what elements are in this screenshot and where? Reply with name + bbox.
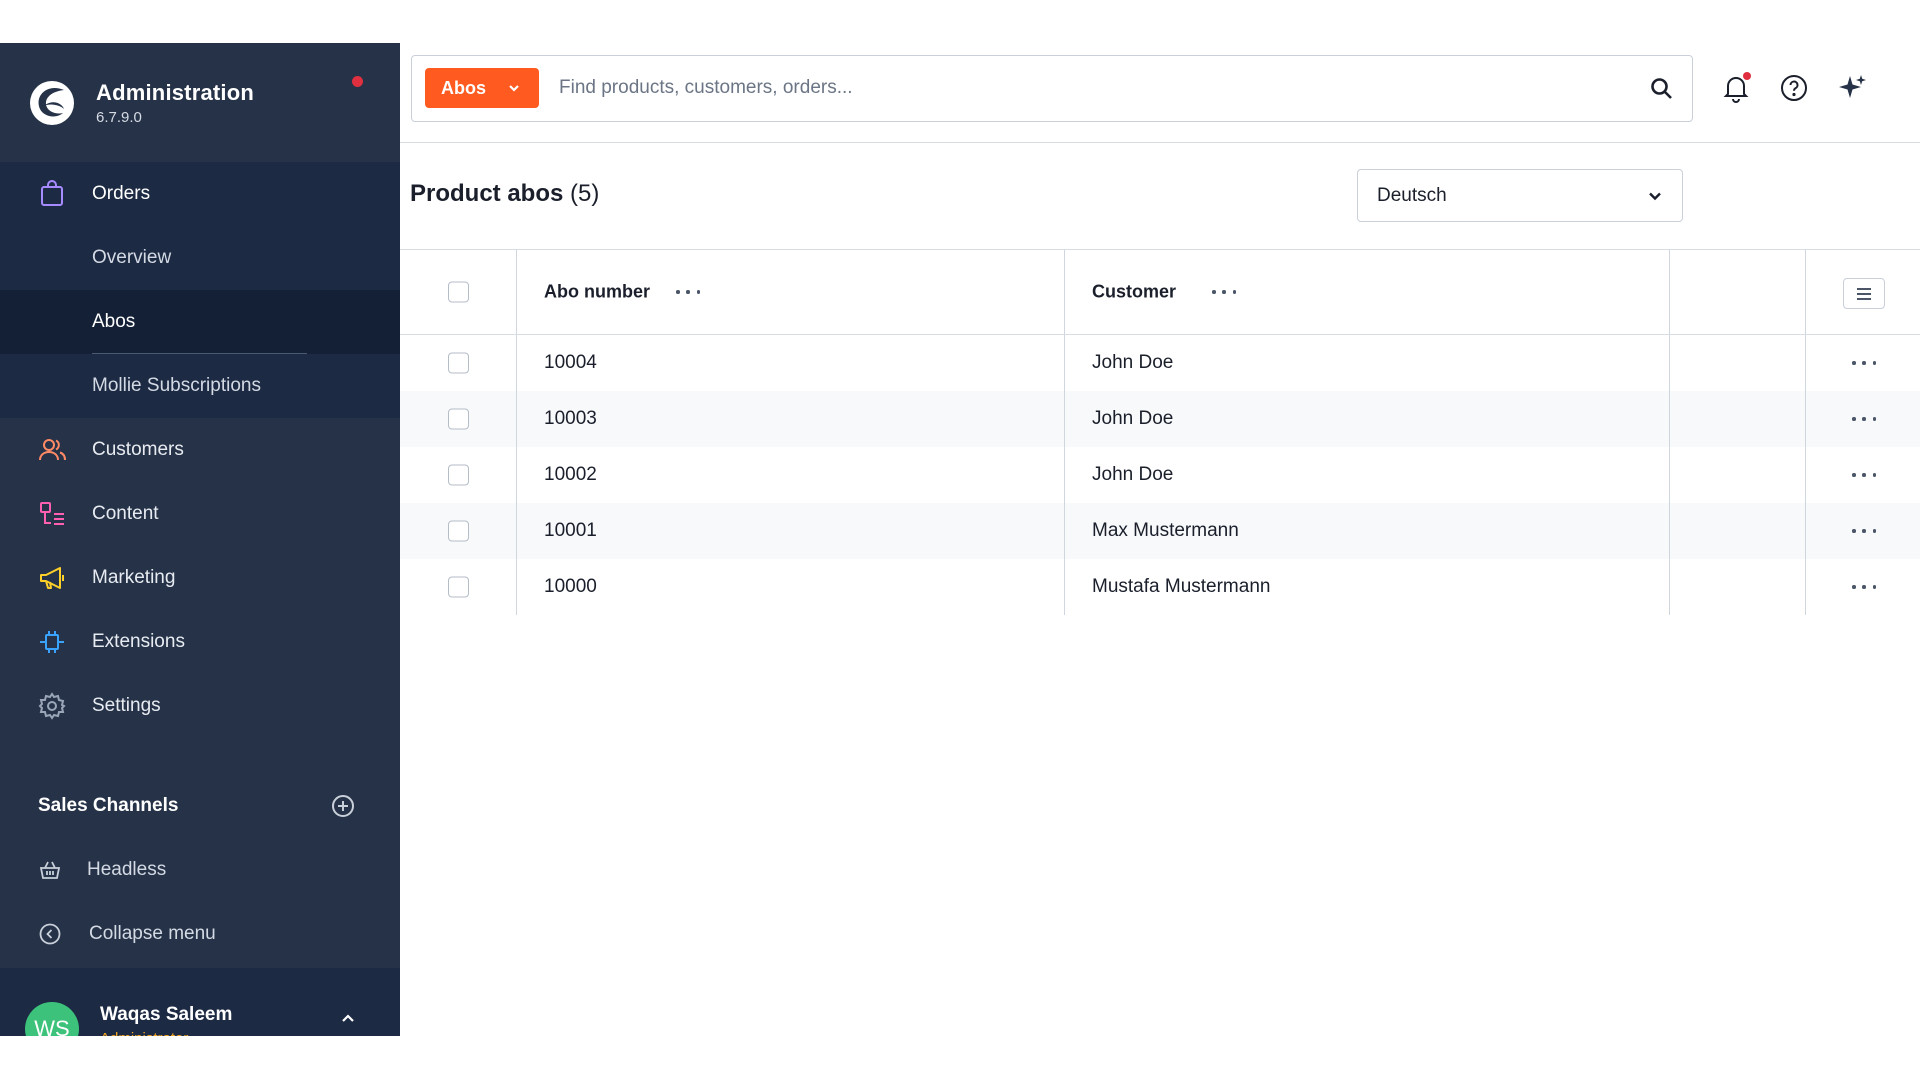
grid-settings-button[interactable] — [1843, 278, 1885, 309]
page-title-count: (5) — [570, 180, 600, 207]
sidebar-item-content[interactable]: Content — [0, 482, 400, 546]
content-icon — [36, 498, 68, 530]
abo-number-cell[interactable]: 10002 — [544, 464, 597, 486]
abo-number-cell[interactable]: 10004 — [544, 352, 597, 374]
customer-cell: Max Mustermann — [1092, 520, 1239, 541]
chevron-down-icon — [1649, 192, 1661, 201]
plug-icon — [36, 626, 68, 658]
customer-cell: Mustafa Mustermann — [1092, 576, 1271, 597]
abos-data-grid: Abo number Customer 10004 John Doe 10003… — [400, 250, 1920, 615]
sales-channels-title: Sales Channels — [38, 795, 179, 816]
row-checkbox[interactable] — [448, 464, 469, 486]
top-bar: Abos — [400, 43, 1920, 143]
help-icon — [1781, 75, 1807, 101]
row-actions-button[interactable] — [1852, 526, 1876, 536]
language-select[interactable]: Deutsch — [1357, 169, 1683, 222]
ai-assistant-button[interactable] — [1836, 71, 1870, 105]
row-checkbox[interactable] — [448, 352, 469, 374]
sidebar-subitem-label: Mollie Subscriptions — [92, 375, 261, 396]
avatar: WS — [25, 1002, 79, 1036]
user-name: Waqas Saleem — [100, 1004, 233, 1025]
shopware-logo-icon — [30, 80, 74, 125]
column-options-customer[interactable] — [1212, 287, 1236, 297]
sidebar-subitem-overview[interactable]: Overview — [0, 226, 400, 290]
chevron-up-icon[interactable] — [338, 1008, 358, 1028]
row-actions-button[interactable] — [1852, 470, 1876, 480]
sidebar-item-extensions[interactable]: Extensions — [0, 610, 400, 674]
page-title-text: Product abos — [410, 180, 564, 207]
sidebar-item-label: Marketing — [92, 567, 176, 588]
table-header-row: Abo number Customer — [400, 250, 1920, 335]
status-dot-icon — [352, 76, 363, 87]
sidebar-item-settings[interactable]: Settings — [0, 674, 400, 738]
sidebar-subitem-abos[interactable]: Abos — [0, 290, 400, 354]
table-row[interactable]: 10001 Max Mustermann — [400, 503, 1920, 559]
sidebar-item-marketing[interactable]: Marketing — [0, 546, 400, 610]
sidebar-item-label: Settings — [92, 695, 161, 716]
table-row[interactable]: 10002 John Doe — [400, 447, 1920, 503]
customer-cell: John Doe — [1092, 464, 1174, 485]
search-icon[interactable] — [1648, 75, 1676, 103]
row-checkbox[interactable] — [448, 576, 469, 598]
customers-icon — [36, 434, 68, 466]
brand-header: Administration 6.7.9.0 — [0, 43, 400, 162]
list-menu-icon — [1857, 287, 1871, 300]
chevron-left-circle-icon — [36, 920, 64, 948]
gear-icon — [36, 690, 68, 722]
customer-cell: John Doe — [1092, 352, 1174, 373]
sidebar-item-orders[interactable]: Orders — [0, 162, 400, 226]
shopping-bag-icon — [36, 178, 68, 210]
app-title: Administration — [96, 79, 255, 105]
user-menu[interactable]: WS Waqas Saleem Administrator — [0, 968, 400, 1036]
global-search: Abos — [411, 55, 1693, 122]
page-title: Product abos (5) — [410, 180, 599, 208]
table-row[interactable]: 10000 Mustafa Mustermann — [400, 559, 1920, 615]
content-header: Product abos (5) Deutsch — [400, 143, 1920, 250]
sidebar-item-label: Customers — [92, 439, 184, 460]
select-all-checkbox[interactable] — [448, 281, 469, 303]
sales-channel-headless[interactable]: Headless — [0, 838, 400, 902]
sidebar-subitem-label: Overview — [92, 247, 172, 268]
abo-number-cell[interactable]: 10001 — [544, 520, 597, 542]
row-actions-button[interactable] — [1852, 582, 1876, 592]
notification-dot-icon — [1743, 72, 1751, 80]
sales-channels-header: Sales Channels — [0, 774, 400, 838]
search-type-dropdown[interactable]: Abos — [425, 68, 539, 108]
add-sales-channel-icon[interactable] — [330, 793, 356, 819]
table-row[interactable]: 10003 John Doe — [400, 391, 1920, 447]
sidebar-item-customers[interactable]: Customers — [0, 418, 400, 482]
abo-number-cell[interactable]: 10003 — [544, 408, 597, 430]
sparkles-icon — [1839, 75, 1866, 98]
sidebar-subitem-label: Abos — [92, 311, 136, 332]
notifications-button[interactable] — [1719, 71, 1753, 105]
sidebar-item-label: Orders — [92, 183, 151, 204]
row-actions-button[interactable] — [1852, 358, 1876, 368]
orders-group: Orders Overview Abos Mollie Subscription… — [0, 162, 400, 418]
table-row[interactable]: 10004 John Doe — [400, 335, 1920, 391]
help-button[interactable] — [1777, 71, 1811, 105]
search-type-label: Abos — [441, 77, 486, 98]
user-role: Administrator — [100, 1030, 188, 1036]
sidebar-subitem-mollie-subscriptions[interactable]: Mollie Subscriptions — [0, 354, 400, 418]
app-version: 6.7.9.0 — [96, 108, 142, 126]
collapse-menu-button[interactable]: Collapse menu — [0, 902, 400, 966]
basket-icon — [36, 856, 64, 884]
sidebar: Administration 6.7.9.0 Orders Overview A… — [0, 43, 400, 1036]
row-checkbox[interactable] — [448, 408, 469, 430]
megaphone-icon — [36, 562, 68, 594]
abo-number-cell[interactable]: 10000 — [544, 576, 597, 598]
sidebar-item-label: Extensions — [92, 631, 185, 652]
sidebar-item-label: Content — [92, 503, 159, 524]
collapse-menu-label: Collapse menu — [89, 923, 216, 944]
column-header-customer[interactable]: Customer — [1092, 282, 1176, 303]
customer-cell: John Doe — [1092, 408, 1174, 429]
language-select-value: Deutsch — [1377, 184, 1447, 206]
chevron-down-icon — [509, 85, 519, 92]
row-actions-button[interactable] — [1852, 414, 1876, 424]
column-header-abo-number[interactable]: Abo number — [544, 282, 650, 303]
row-checkbox[interactable] — [448, 520, 469, 542]
search-input[interactable] — [559, 68, 1599, 108]
sales-channel-label: Headless — [87, 859, 167, 880]
column-options-abo-number[interactable] — [676, 287, 700, 297]
